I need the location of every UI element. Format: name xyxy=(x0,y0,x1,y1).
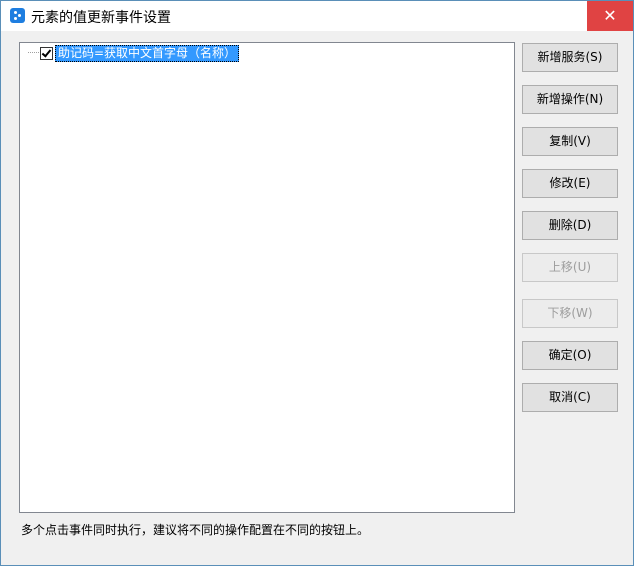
tree-item[interactable]: 助记码=获取中文首字母（名称） xyxy=(40,44,240,62)
tree-item-checkbox[interactable] xyxy=(40,46,53,60)
move-down-button[interactable]: 下移(W) xyxy=(522,299,618,328)
dialog-window: 元素的值更新事件设置 ✕ 助记码=获取中文首字母（名称） 新增服务(S) 新增操… xyxy=(0,0,634,566)
close-button[interactable]: ✕ xyxy=(587,1,633,31)
hint-text: 多个点击事件同时执行，建议将不同的操作配置在不同的按钮上。 xyxy=(21,523,370,537)
title-bar[interactable]: 元素的值更新事件设置 ✕ xyxy=(1,1,633,31)
close-icon: ✕ xyxy=(603,6,617,25)
copy-button[interactable]: 复制(V) xyxy=(522,127,618,156)
app-icon xyxy=(10,8,25,23)
tree-item-label[interactable]: 助记码=获取中文首字母（名称） xyxy=(55,44,240,62)
modify-button[interactable]: 修改(E) xyxy=(522,169,618,198)
window-title: 元素的值更新事件设置 xyxy=(31,10,171,26)
add-service-button[interactable]: 新增服务(S) xyxy=(522,43,618,72)
cancel-button[interactable]: 取消(C) xyxy=(522,383,618,412)
add-operation-button[interactable]: 新增操作(N) xyxy=(522,85,618,114)
ok-button[interactable]: 确定(O) xyxy=(522,341,618,370)
move-up-button[interactable]: 上移(U) xyxy=(522,253,618,282)
event-tree[interactable]: 助记码=获取中文首字母（名称） xyxy=(19,42,515,513)
delete-button[interactable]: 删除(D) xyxy=(522,211,618,240)
